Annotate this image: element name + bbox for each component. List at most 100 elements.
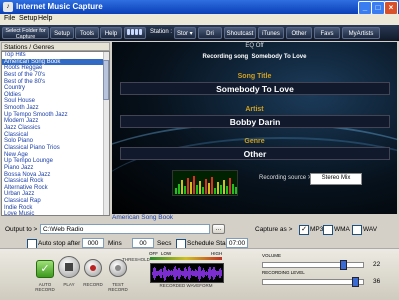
vu-bar	[235, 187, 237, 194]
play-button[interactable]	[58, 256, 80, 278]
station-label: Station :	[150, 29, 173, 35]
station-item[interactable]: Classical	[2, 132, 109, 139]
schedule-time-field[interactable]: 07:00	[226, 238, 248, 248]
volume-slider[interactable]	[262, 262, 364, 268]
auto-stop-mins-field[interactable]: 000	[82, 238, 104, 248]
vu-bar	[202, 187, 204, 194]
wma-label: WMA	[334, 226, 350, 233]
station-item[interactable]: Soul House	[2, 98, 109, 105]
link-myartists[interactable]: MyArtists	[342, 27, 380, 39]
recording-level-slider[interactable]	[262, 279, 364, 285]
test-record-icon	[115, 265, 121, 271]
artist-field: Bobby Darin	[120, 115, 390, 128]
station-item[interactable]: Solo Piano	[2, 138, 109, 145]
toolbar: Select Folder for Capture Setup Tools He…	[0, 25, 399, 41]
recorded-waveform-label: RECORDED WAVEFORM	[159, 283, 213, 288]
wav-label: WAV	[363, 226, 378, 233]
station-item[interactable]: Top Hits	[2, 52, 109, 59]
recording-level-value: 36	[373, 278, 381, 285]
help-button[interactable]: Help	[100, 27, 122, 39]
stations-header: Stations / Genres	[1, 42, 110, 51]
station-item[interactable]: Smooth Jazz	[2, 105, 109, 112]
vu-bar	[229, 178, 231, 194]
current-genre-label: American Song Book	[112, 214, 174, 221]
volume-label: VOLUME	[262, 253, 282, 258]
vu-bar	[226, 186, 228, 194]
genre-field: Other	[120, 147, 390, 160]
wav-checkbox[interactable]	[352, 225, 362, 235]
vu-bar	[190, 182, 192, 194]
browse-folder-button[interactable]: …	[212, 224, 225, 234]
station-item[interactable]: American Song Book	[2, 58, 109, 66]
station-item[interactable]: Love Music	[2, 211, 109, 215]
scrollbar-thumb[interactable]	[103, 60, 109, 100]
station-item[interactable]: Modern Jazz	[2, 118, 109, 125]
genre-label: Genre	[244, 138, 265, 145]
station-item[interactable]: Classical Rap	[2, 198, 109, 205]
stop-icon	[65, 263, 73, 271]
station-item[interactable]: Alternative Rock	[2, 185, 109, 192]
vu-bar	[211, 177, 213, 194]
song-title-label: Song Title	[237, 73, 272, 80]
vu-bar	[193, 176, 195, 194]
close-button[interactable]: ×	[384, 1, 398, 15]
station-item[interactable]: Classical Rock	[2, 178, 109, 185]
capture-as-label: Capture as >	[255, 226, 293, 233]
auto-record-button[interactable]: ✓	[36, 260, 54, 278]
link-other[interactable]: Other	[286, 27, 312, 39]
station-item[interactable]: Bossa Nova Jazz	[2, 172, 109, 179]
vu-bar	[175, 188, 177, 194]
station-item[interactable]: Urban Jazz	[2, 191, 109, 198]
station-item[interactable]: Indie Rock	[2, 205, 109, 212]
vu-bar	[217, 182, 219, 194]
station-item[interactable]: Up Tempo Lounge	[2, 158, 109, 165]
song-title-field: Somebody To Love	[120, 82, 390, 95]
recording-level-slider-knob[interactable]	[352, 277, 359, 287]
waveform-sample	[221, 270, 222, 276]
mp3-checkbox[interactable]: ✓	[299, 225, 309, 235]
station-item[interactable]: Oldies	[2, 92, 109, 99]
link-shoutcast[interactable]: Shoutcast	[224, 27, 256, 39]
maximize-button[interactable]: □	[371, 1, 385, 15]
auto-stop-secs-field[interactable]: 00	[132, 238, 154, 248]
station-item[interactable]: Jazz Classics	[2, 125, 109, 132]
station-item[interactable]: Up Tempo Smooth Jazz	[2, 112, 109, 119]
auto-stop-label: Auto stop after	[38, 240, 81, 247]
menu-setup[interactable]: Setup	[19, 15, 37, 22]
record-icon	[90, 265, 96, 271]
station-item[interactable]: Country	[2, 85, 109, 92]
equalizer-icon[interactable]	[124, 27, 146, 39]
link-itunes[interactable]: iTunes	[258, 27, 284, 39]
station-item[interactable]: Roots Reggae	[2, 65, 109, 72]
link-dri[interactable]: Dri	[198, 27, 222, 39]
vu-bar	[205, 179, 207, 194]
station-item[interactable]: Classical Piano Trios	[2, 145, 109, 152]
recording-source-dropdown[interactable]: Stereo Mix	[310, 173, 362, 185]
vu-bar	[187, 178, 189, 194]
menu-help[interactable]: Help	[38, 15, 52, 22]
vu-bar	[196, 185, 198, 194]
tools-button[interactable]: Tools	[75, 27, 99, 39]
setup-button[interactable]: Setup	[50, 27, 74, 39]
output-path-field[interactable]: C:\Web Radio	[40, 224, 210, 234]
menu-file[interactable]: File	[4, 15, 15, 22]
station-item[interactable]: Best of the 70's	[2, 72, 109, 79]
volume-slider-knob[interactable]	[340, 260, 347, 270]
menu-bar: File Setup Help	[0, 14, 399, 25]
threshold-label: THRESHOLD	[122, 257, 150, 262]
wma-checkbox[interactable]	[323, 225, 333, 235]
station-item[interactable]: Best of the 80's	[2, 79, 109, 86]
record-button[interactable]	[84, 259, 102, 277]
threshold-meter[interactable]	[150, 257, 222, 260]
select-folder-button[interactable]: Select Folder for Capture	[2, 27, 49, 40]
station-item[interactable]: Piano Jazz	[2, 165, 109, 172]
threshold-low-label: LOW	[161, 251, 172, 256]
station-item[interactable]: New Age	[2, 152, 109, 159]
minimize-button[interactable]: _	[358, 1, 372, 15]
music-note-icon: ♪	[3, 2, 13, 12]
recording-level-label: RECORDING LEVEL	[262, 270, 305, 275]
station-dropdown[interactable]: Stor ▾	[174, 27, 196, 39]
link-favs[interactable]: Favs	[314, 27, 340, 39]
vu-bar	[214, 188, 216, 194]
vu-bar	[181, 180, 183, 194]
